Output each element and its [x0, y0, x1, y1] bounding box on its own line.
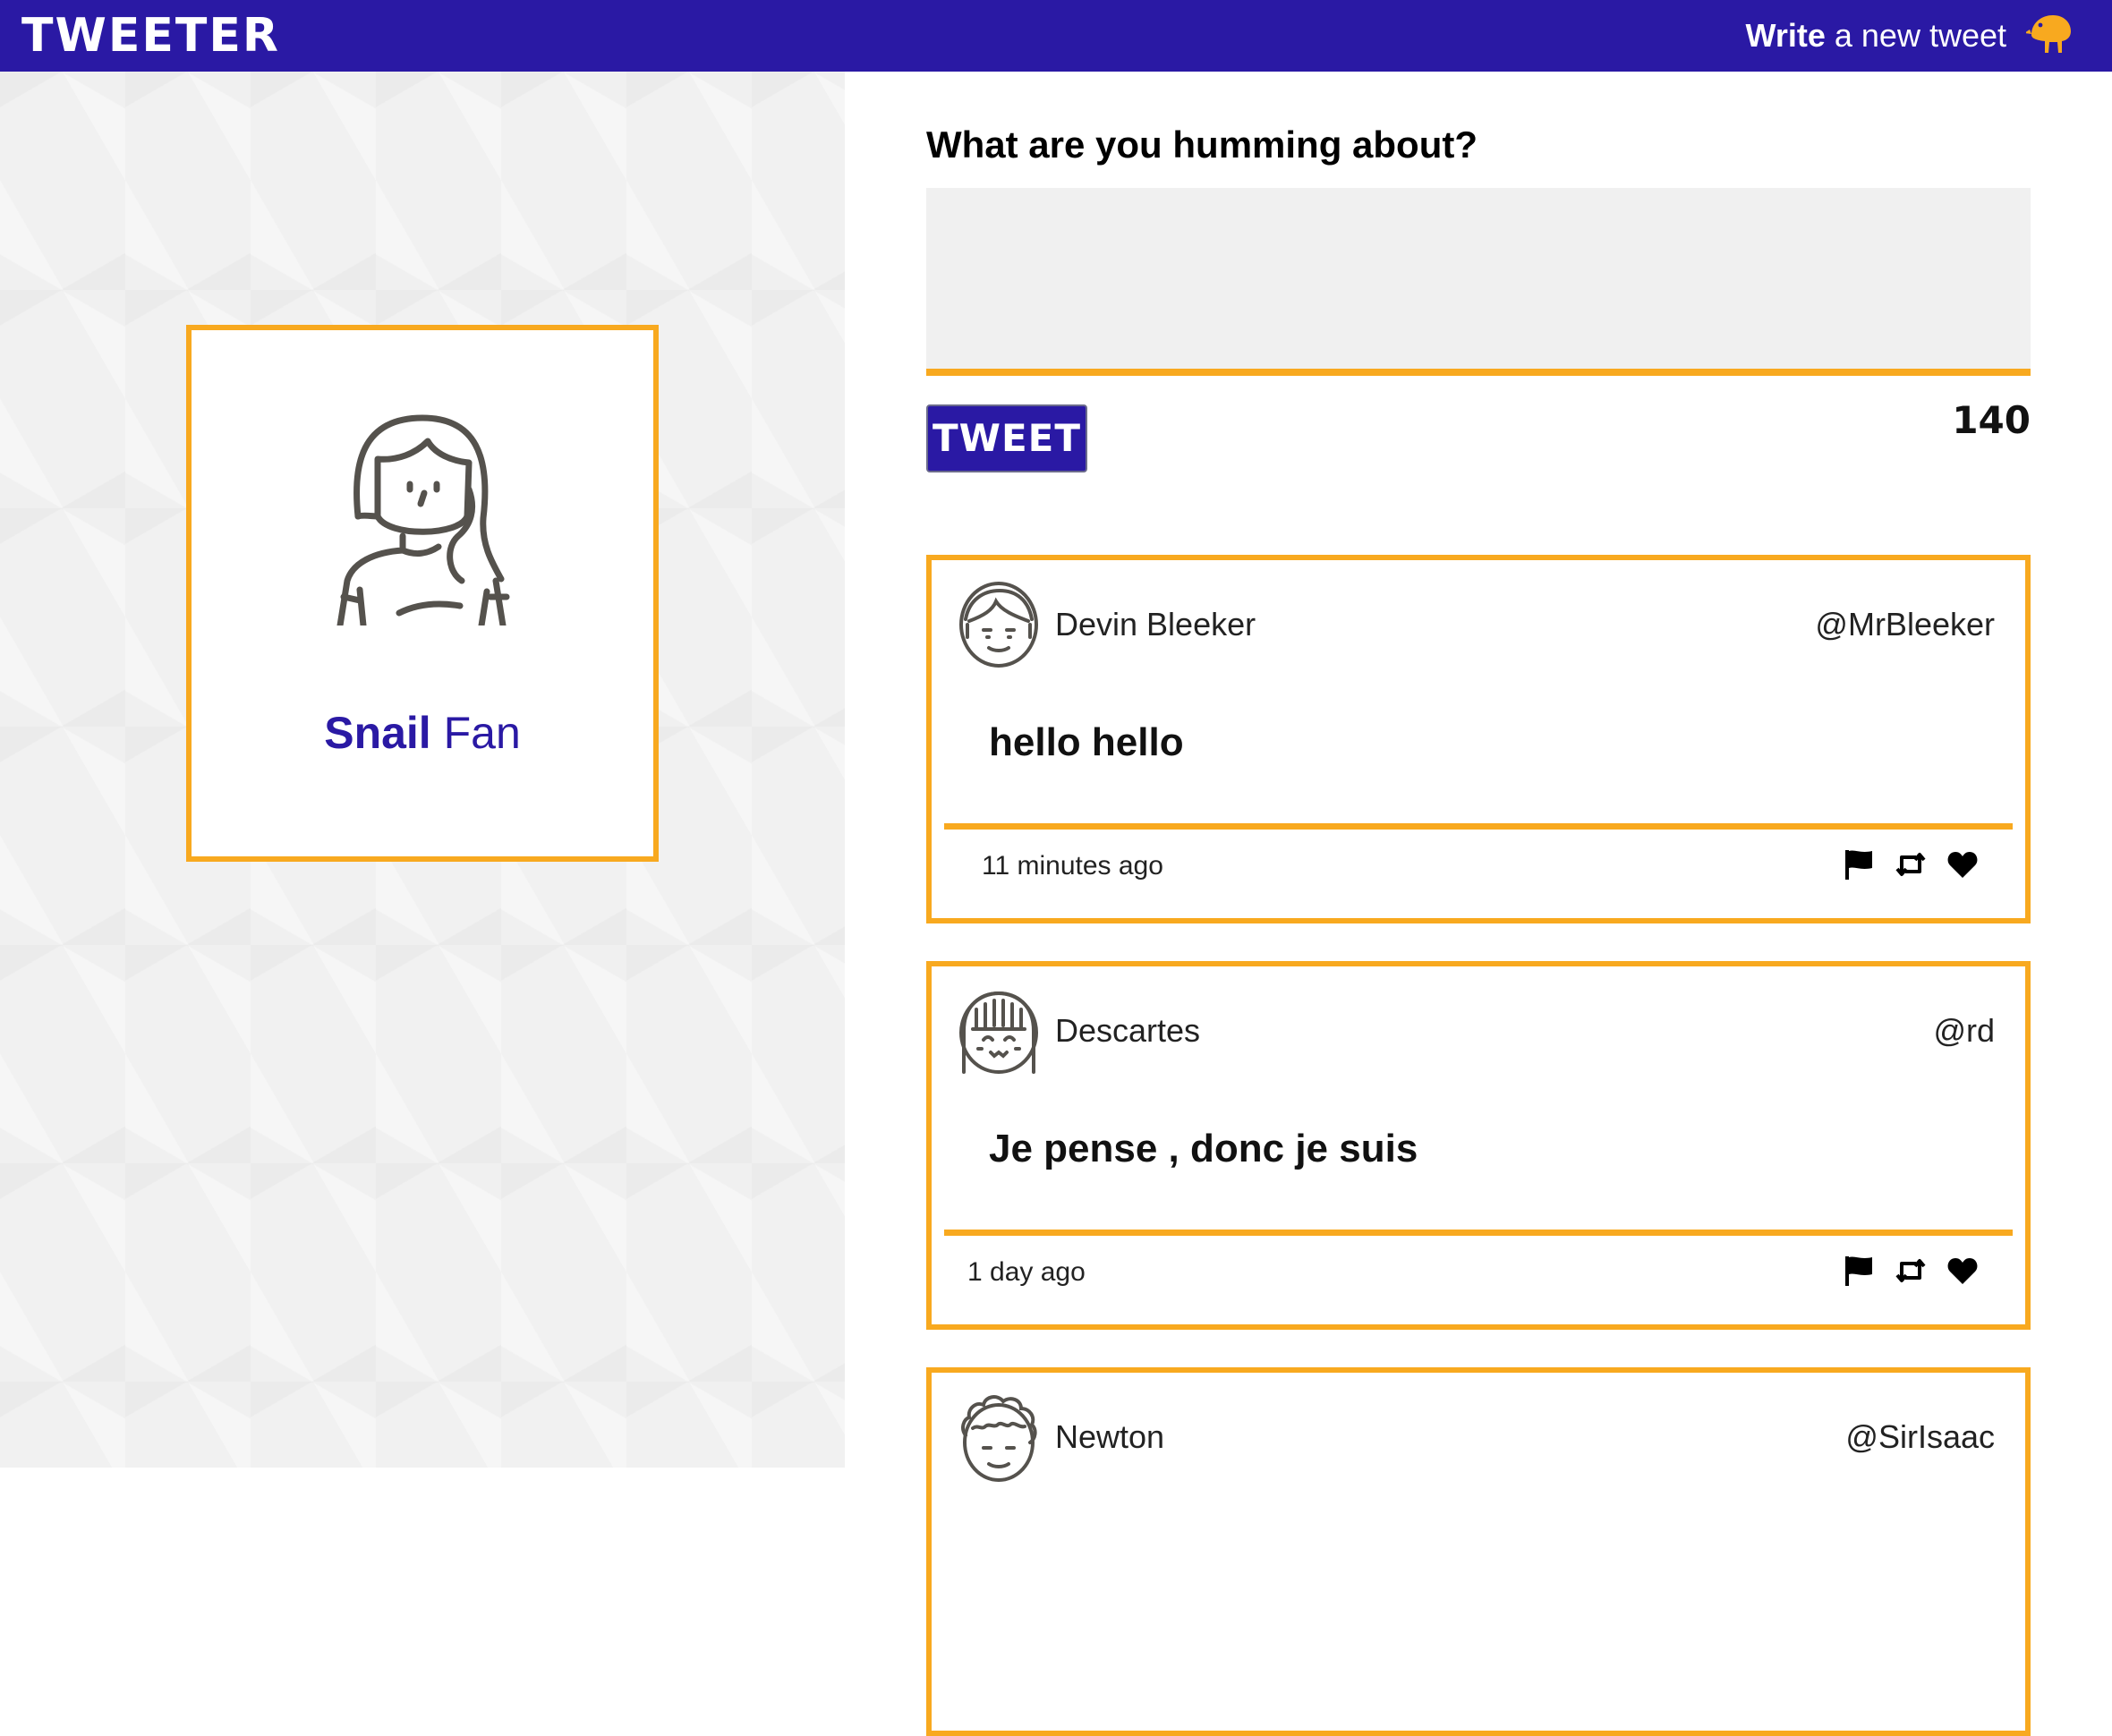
flag-icon[interactable]: [1843, 1255, 1875, 1287]
tweet-author-handle[interactable]: @MrBleeker: [1815, 603, 1995, 646]
retweet-icon[interactable]: [1895, 848, 1927, 881]
user-avatar: [959, 582, 1038, 668]
profile-panel: Snail Fan: [0, 72, 845, 1468]
user-avatar: [961, 1395, 1037, 1482]
brand-logo[interactable]: TWEETER: [21, 9, 280, 63]
tweet-text: Je pense , donc je suis: [989, 1127, 1418, 1170]
tweet-author-name[interactable]: Devin Bleeker: [1055, 603, 1256, 646]
main-feed: What are you humming about? TWEET 140 De…: [845, 72, 2112, 1736]
tweet-card: Newton @SirIsaac: [926, 1367, 2031, 1736]
write-link-text: a new tweet: [1825, 17, 2006, 54]
tweet-timestamp: 1 day ago: [967, 1257, 1086, 1287]
profile-first-name: Snail: [324, 708, 431, 758]
heart-icon[interactable]: [1946, 848, 1979, 881]
tweet-divider: [944, 1230, 2013, 1236]
user-avatar: [959, 991, 1038, 1074]
character-counter: 140: [1952, 398, 2031, 442]
tweet-divider: [944, 823, 2013, 830]
tweet-compose-input[interactable]: [926, 188, 2031, 376]
tweet-card: Descartes @rd Je pense , donc je suis 1 …: [926, 961, 2031, 1330]
compose-heading: What are you humming about?: [926, 123, 1478, 166]
heart-icon[interactable]: [1946, 1255, 1979, 1287]
profile-avatar: [336, 414, 510, 625]
retweet-icon[interactable]: [1895, 1255, 1927, 1287]
tweet-timestamp: 11 minutes ago: [982, 851, 1163, 881]
tweet-actions: [1843, 847, 1979, 882]
tweet-text: hello hello: [989, 720, 1184, 764]
profile-name: Snail Fan: [192, 706, 653, 760]
profile-card: Snail Fan: [186, 325, 659, 862]
tweet-author-name[interactable]: Descartes: [1055, 1009, 1200, 1052]
tweet-author-name[interactable]: Newton: [1055, 1416, 1164, 1459]
tweet-actions: [1843, 1253, 1979, 1289]
tweet-author-handle[interactable]: @rd: [1933, 1009, 1995, 1052]
tweet-submit-button[interactable]: TWEET: [926, 404, 1087, 472]
profile-last-name: Fan: [430, 708, 521, 758]
write-link-bold: Write: [1745, 17, 1826, 54]
flag-icon[interactable]: [1843, 848, 1875, 881]
tweet-author-handle[interactable]: @SirIsaac: [1845, 1416, 1995, 1459]
write-new-tweet-link[interactable]: Write a new tweet: [1746, 14, 2006, 57]
tweet-card: Devin Bleeker @MrBleeker hello hello 11 …: [926, 555, 2031, 923]
bird-icon[interactable]: [2026, 12, 2076, 58]
top-navbar: TWEETER Write a new tweet: [0, 0, 2112, 72]
